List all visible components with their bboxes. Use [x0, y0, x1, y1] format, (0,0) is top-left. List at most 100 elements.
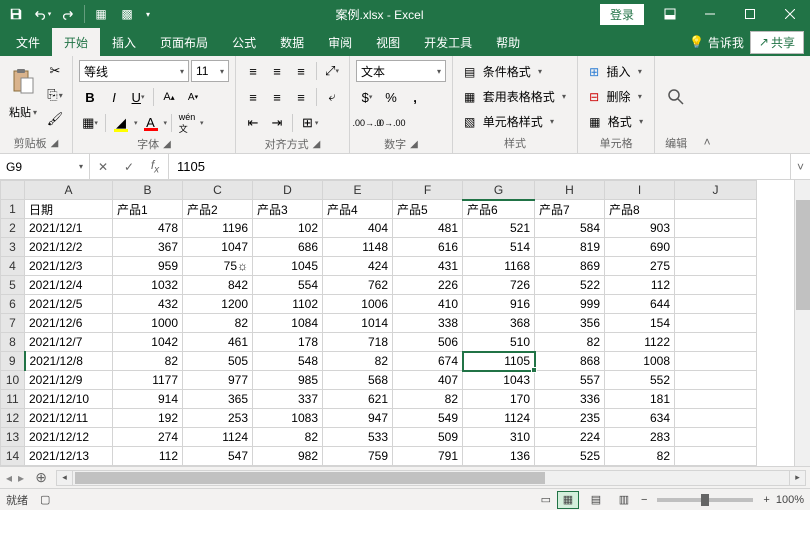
cell[interactable]: 82 [535, 333, 605, 352]
vertical-scrollbar[interactable] [794, 180, 810, 466]
number-launcher[interactable]: ◢ [410, 139, 418, 150]
row-header-3[interactable]: 3 [1, 238, 25, 257]
display-settings-icon[interactable]: ▭ [541, 493, 551, 506]
cell[interactable]: 1008 [605, 352, 675, 371]
share-button[interactable]: ↗共享 [750, 31, 804, 54]
cell[interactable]: 170 [463, 390, 535, 409]
cell-styles-button[interactable]: ▧ 单元格样式 ▾ [459, 110, 559, 133]
tab-file[interactable]: 文件 [4, 28, 52, 56]
cell[interactable]: 274 [113, 428, 183, 447]
cell[interactable]: 819 [535, 238, 605, 257]
cell[interactable]: 914 [113, 390, 183, 409]
cell[interactable]: 产品3 [253, 200, 323, 219]
align-launcher[interactable]: ◢ [313, 139, 321, 150]
cell[interactable]: 产品8 [605, 200, 675, 219]
cell[interactable]: 506 [393, 333, 463, 352]
cell[interactable]: 82 [253, 428, 323, 447]
cell[interactable]: 2021/12/1 [25, 219, 113, 238]
cell[interactable]: 404 [323, 219, 393, 238]
cell[interactable]: 75☼ [183, 257, 253, 276]
grow-font-button[interactable]: A▴ [158, 86, 180, 108]
row-header-10[interactable]: 10 [1, 371, 25, 390]
cell[interactable]: 634 [605, 409, 675, 428]
cell[interactable]: 2021/12/10 [25, 390, 113, 409]
minimize-button[interactable] [690, 0, 730, 28]
decrease-indent-button[interactable]: ⇤ [242, 112, 264, 134]
cell[interactable] [675, 314, 757, 333]
cell[interactable]: 514 [463, 238, 535, 257]
qat-print-icon[interactable]: ▦ [89, 2, 113, 26]
cell[interactable]: 112 [605, 276, 675, 295]
sheet-prev-button[interactable]: ◂ [6, 471, 12, 485]
tab-help[interactable]: 帮助 [484, 28, 532, 56]
cell[interactable]: 349 [113, 466, 183, 467]
bold-button[interactable]: B [79, 86, 101, 108]
cell[interactable]: 1196 [253, 466, 323, 467]
zoom-out-button[interactable]: − [641, 494, 647, 506]
align-bottom-button[interactable]: ≡ [290, 60, 312, 82]
cell[interactable]: 616 [393, 238, 463, 257]
clipboard-launcher[interactable]: ◢ [51, 138, 59, 149]
cell[interactable]: 产品2 [183, 200, 253, 219]
row-header-4[interactable]: 4 [1, 257, 25, 276]
row-header-8[interactable]: 8 [1, 333, 25, 352]
zoom-in-button[interactable]: + [763, 494, 769, 506]
cell[interactable]: 525 [535, 447, 605, 466]
row-header-11[interactable]: 11 [1, 390, 25, 409]
cell[interactable]: 192 [113, 409, 183, 428]
save-button[interactable] [4, 2, 28, 26]
col-header-I[interactable]: I [605, 181, 675, 200]
align-left-button[interactable]: ≡ [242, 86, 264, 108]
cell[interactable]: 982 [253, 447, 323, 466]
qat-customize[interactable]: ▾ [141, 2, 155, 26]
cell[interactable]: 509 [393, 428, 463, 447]
tab-data[interactable]: 数据 [268, 28, 316, 56]
cell[interactable]: 644 [605, 295, 675, 314]
cell[interactable]: 136 [463, 447, 535, 466]
cell[interactable] [675, 428, 757, 447]
decrease-decimal-button[interactable]: .0→.00 [380, 112, 402, 134]
cell[interactable]: 521 [463, 219, 535, 238]
cell[interactable]: 82 [113, 352, 183, 371]
font-combo[interactable]: 等线▾ [79, 60, 189, 82]
cell[interactable] [675, 371, 757, 390]
cell[interactable]: 389 [605, 466, 675, 467]
col-header-D[interactable]: D [253, 181, 323, 200]
cell[interactable]: 432 [113, 295, 183, 314]
cell[interactable]: 178 [253, 333, 323, 352]
size-combo[interactable]: 11▾ [191, 60, 229, 82]
tab-home[interactable]: 开始 [52, 28, 100, 56]
cell[interactable]: 759 [323, 447, 393, 466]
cell[interactable] [675, 238, 757, 257]
cell[interactable]: 338 [393, 314, 463, 333]
cell[interactable]: 522 [535, 276, 605, 295]
merge-button[interactable]: ⊞▾ [297, 112, 323, 134]
undo-button[interactable]: ▾ [30, 2, 54, 26]
fill-color-button[interactable]: ◢ [110, 112, 132, 134]
cell[interactable]: 2021/12/13 [25, 447, 113, 466]
cut-button[interactable]: ✂ [44, 60, 66, 82]
cell[interactable]: 447 [183, 466, 253, 467]
cell[interactable]: 621 [323, 390, 393, 409]
fx-button[interactable]: fx [142, 158, 168, 175]
cell[interactable]: 1042 [113, 333, 183, 352]
cell[interactable]: 842 [183, 276, 253, 295]
tab-view[interactable]: 视图 [364, 28, 412, 56]
cell[interactable]: 977 [183, 371, 253, 390]
cell[interactable]: 762 [323, 276, 393, 295]
tell-me[interactable]: 💡告诉我 [689, 34, 744, 51]
ribbon-options-button[interactable] [650, 0, 690, 28]
cell[interactable]: 2021/12/4 [25, 276, 113, 295]
cell[interactable] [675, 333, 757, 352]
cell[interactable] [675, 352, 757, 371]
cell[interactable]: 356 [535, 314, 605, 333]
cell[interactable]: 478 [113, 219, 183, 238]
format-cells-button[interactable]: ▦ 格式 ▾ [584, 110, 648, 133]
cell[interactable]: 718 [323, 333, 393, 352]
cell[interactable]: 2021/12/7 [25, 333, 113, 352]
col-header-F[interactable]: F [393, 181, 463, 200]
cell[interactable]: 产品4 [323, 200, 393, 219]
cell[interactable]: 2021/12/14 [25, 466, 113, 467]
cell[interactable]: 224 [535, 428, 605, 447]
cell[interactable]: 424 [323, 257, 393, 276]
